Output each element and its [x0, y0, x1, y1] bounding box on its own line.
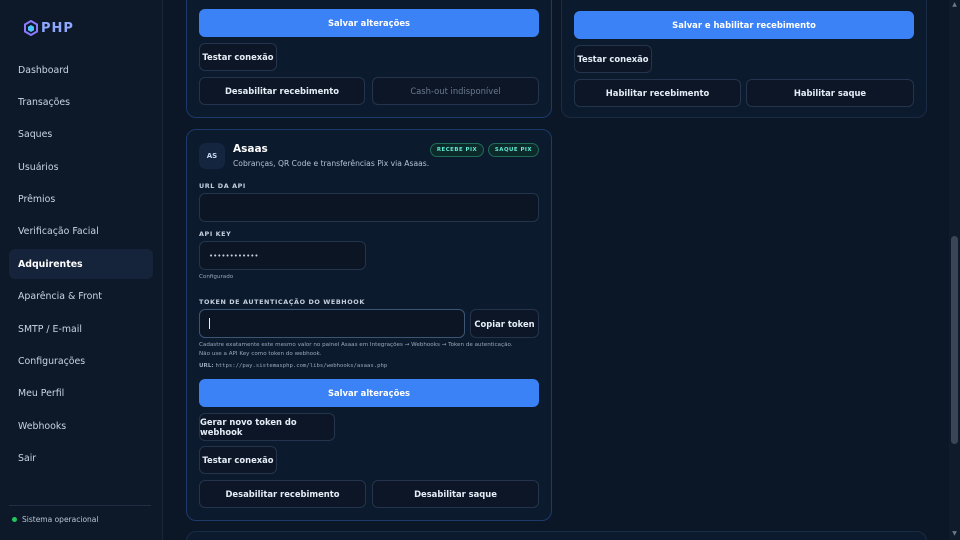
api-key-input[interactable]: •••••••••••• [199, 241, 366, 270]
status-dot-icon [12, 517, 17, 522]
sidebar: PHP Dashboard Transações Saques Usuários… [0, 0, 163, 540]
sidebar-divider [9, 505, 151, 506]
webhook-token-label: TOKEN DE AUTENTICAÇÃO DO WEBHOOK [199, 298, 365, 306]
page-scrollbar[interactable]: ▲ ▼ [949, 0, 960, 540]
sidebar-item-webhooks[interactable]: Webhooks [9, 411, 153, 441]
sidebar-item-dashboard[interactable]: Dashboard [9, 55, 153, 85]
sidebar-item-smtp[interactable]: SMTP / E-mail [9, 314, 153, 344]
api-url-input[interactable] [199, 193, 539, 222]
test-connection-button[interactable]: Testar conexão [199, 446, 277, 474]
disable-receive-button[interactable]: Desabilitar recebimento [199, 480, 366, 508]
save-changes-button[interactable]: Salvar alterações [199, 379, 539, 407]
sidebar-item-label: Verificação Facial [18, 226, 99, 238]
enable-withdraw-button[interactable]: Habilitar saque [746, 79, 914, 107]
gateway-description: Cobranças, QR Code e transferências Pix … [233, 159, 430, 168]
sidebar-item-usuarios[interactable]: Usuários [9, 152, 153, 182]
webhook-help-line-1: Cadastre exatamente este mesmo valor no … [199, 342, 513, 348]
test-connection-button[interactable]: Testar conexão [574, 45, 652, 73]
enable-receive-button[interactable]: Habilitar recebimento [574, 79, 741, 107]
sidebar-item-label: Prêmios [18, 194, 56, 206]
asaas-avatar: AS [199, 143, 225, 169]
system-status: Sistema operacional [12, 515, 98, 524]
webhook-url: URL: https://pay.sistemasphp.com/libs/we… [199, 362, 387, 370]
webhook-token-input[interactable] [199, 309, 465, 338]
sidebar-item-label: Sair [18, 453, 37, 465]
hexagon-logo-icon [24, 20, 38, 36]
copy-token-button[interactable]: Copiar token [470, 309, 539, 338]
api-url-label: URL DA API [199, 182, 246, 190]
sidebar-item-configuracoes[interactable]: Configurações [9, 347, 153, 377]
sidebar-item-label: Dashboard [18, 64, 69, 76]
api-key-status: Configurado [199, 274, 234, 280]
sidebar-item-label: Usuários [18, 161, 59, 173]
webhook-url-value: https://pay.sistemasphp.com/libs/webhook… [215, 363, 388, 369]
sidebar-item-label: Saques [18, 129, 53, 141]
asaas-gateway-card: AS Asaas Cobranças, QR Code e transferên… [186, 129, 552, 521]
sidebar-item-label: Meu Perfil [18, 388, 65, 400]
gateway-card-top-left: Salvar alterações Testar conexão Desabil… [186, 0, 552, 118]
brand-logo[interactable]: PHP [23, 20, 74, 36]
sidebar-nav: Dashboard Transações Saques Usuários Prê… [9, 55, 153, 476]
webhook-url-prefix: URL: [199, 363, 214, 369]
sidebar-item-meu-perfil[interactable]: Meu Perfil [9, 379, 153, 409]
sidebar-item-label: Aparência & Front [18, 291, 102, 303]
disable-withdraw-button[interactable]: Desabilitar saque [372, 480, 539, 508]
sidebar-item-transacoes[interactable]: Transações [9, 87, 153, 117]
gateway-title: Asaas [233, 143, 268, 155]
webhook-help-line-2: Não use a API Key como token do webhook. [199, 351, 322, 357]
badge-recebe-pix: RECEBE PIX [430, 143, 484, 157]
badge-saque-pix: SAQUE PIX [488, 143, 539, 157]
sidebar-item-sair[interactable]: Sair [9, 444, 153, 474]
save-changes-button[interactable]: Salvar alterações [199, 9, 539, 37]
sidebar-item-label: Transações [18, 96, 71, 108]
scroll-thumb[interactable] [951, 236, 958, 444]
api-key-value: •••••••••••• [209, 251, 259, 260]
sidebar-item-label: SMTP / E-mail [18, 323, 82, 335]
sidebar-item-label: Webhooks [18, 420, 67, 432]
gateway-card-top-right: Salvar e habilitar recebimento Testar co… [561, 0, 927, 118]
text-caret [209, 318, 210, 329]
system-status-text: Sistema operacional [22, 515, 99, 524]
sidebar-item-label: Configurações [18, 356, 86, 368]
sidebar-item-aparencia[interactable]: Aparência & Front [9, 282, 153, 312]
brand-name: PHP [41, 20, 74, 36]
generate-webhook-token-button[interactable]: Gerar novo token do webhook [199, 413, 335, 441]
sidebar-item-saques[interactable]: Saques [9, 120, 153, 150]
save-enable-receive-button[interactable]: Salvar e habilitar recebimento [574, 11, 914, 39]
test-connection-button[interactable]: Testar conexão [199, 43, 277, 71]
disable-receive-button[interactable]: Desabilitar recebimento [199, 77, 365, 105]
api-key-label: API KEY [199, 230, 232, 238]
scroll-down-icon[interactable]: ▼ [951, 530, 958, 538]
sidebar-item-label: Adquirentes [18, 258, 83, 270]
sidebar-item-adquirentes[interactable]: Adquirentes [9, 249, 153, 280]
cashout-unavailable-button: Cash-out indisponível [372, 77, 539, 105]
gateway-card-next [186, 531, 927, 540]
sidebar-item-verificacao-facial[interactable]: Verificação Facial [9, 217, 153, 247]
sidebar-item-premios[interactable]: Prêmios [9, 185, 153, 215]
scroll-up-icon[interactable]: ▲ [951, 1, 958, 9]
